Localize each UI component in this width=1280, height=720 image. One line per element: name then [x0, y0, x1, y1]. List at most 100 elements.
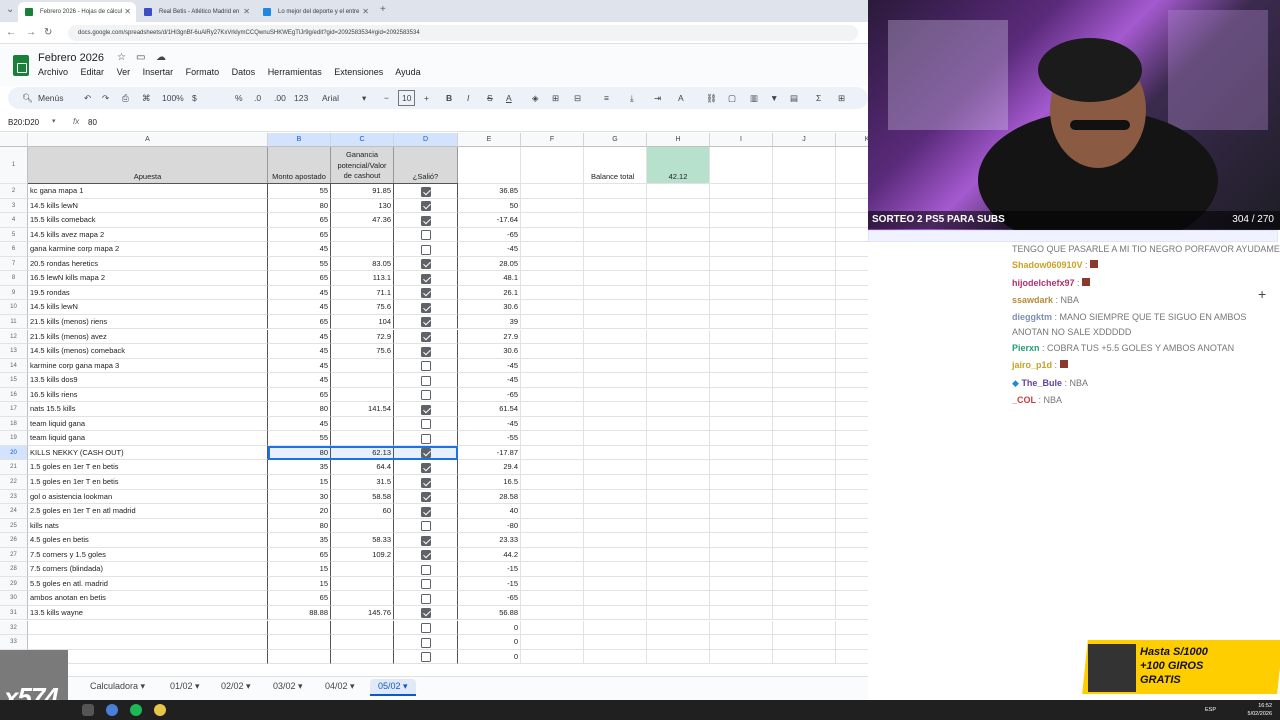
- empty-cell[interactable]: [584, 402, 647, 417]
- empty-cell[interactable]: [836, 650, 868, 665]
- close-tab-icon[interactable]: ✕: [243, 2, 250, 22]
- empty-cell[interactable]: [521, 256, 584, 272]
- star-icon[interactable]: ☆: [117, 52, 126, 63]
- empty-cell[interactable]: [710, 547, 773, 563]
- amount-cell[interactable]: 35: [268, 460, 331, 475]
- empty-cell[interactable]: [584, 344, 647, 359]
- row-header[interactable]: 23: [0, 489, 28, 505]
- empty-cell[interactable]: [773, 649, 836, 665]
- empty-cell[interactable]: [521, 591, 584, 606]
- empty-cell[interactable]: [647, 504, 710, 519]
- empty-cell[interactable]: [773, 213, 836, 228]
- empty-cell[interactable]: [710, 373, 773, 388]
- empty-cell[interactable]: [836, 591, 868, 606]
- potential-cell[interactable]: [331, 358, 394, 374]
- row-header[interactable]: 21: [0, 460, 28, 475]
- empty-cell[interactable]: [773, 475, 836, 490]
- empty-cell[interactable]: [836, 504, 868, 519]
- header-ganancia[interactable]: Ganancia potencial/Valor de cashout: [331, 147, 394, 184]
- empty-cell[interactable]: [647, 402, 710, 417]
- won-checkbox[interactable]: [421, 302, 431, 313]
- won-checkbox[interactable]: [421, 448, 431, 459]
- empty-cell[interactable]: [647, 460, 710, 475]
- empty-cell[interactable]: [647, 518, 710, 534]
- empty-cell[interactable]: [647, 184, 710, 199]
- profit-cell[interactable]: -45: [458, 358, 521, 374]
- empty-cell[interactable]: [521, 605, 584, 621]
- amount-cell[interactable]: 30: [268, 489, 331, 505]
- empty-cell[interactable]: [584, 489, 647, 505]
- empty-cell[interactable]: [710, 227, 773, 243]
- empty-cell[interactable]: [773, 271, 836, 286]
- won-checkbox[interactable]: [421, 186, 431, 197]
- bet-name-cell[interactable]: 1.5 goles en 1er T en betis: [28, 475, 268, 490]
- empty-cell[interactable]: [710, 518, 773, 534]
- potential-cell[interactable]: [331, 591, 394, 606]
- empty-cell[interactable]: [836, 402, 868, 417]
- empty-cell[interactable]: [836, 257, 868, 272]
- row-header[interactable]: 24: [0, 504, 28, 519]
- empty-cell[interactable]: [773, 300, 836, 315]
- empty-cell[interactable]: [647, 198, 710, 214]
- empty-cell[interactable]: [521, 227, 584, 243]
- link-icon[interactable]: ⛓: [706, 91, 717, 105]
- bet-name-cell[interactable]: 20.5 rondas heretics: [28, 256, 268, 272]
- bet-name-cell[interactable]: 14.5 kills (menos) comeback: [28, 344, 268, 359]
- empty-cell[interactable]: [773, 285, 836, 301]
- profit-cell[interactable]: 40: [458, 504, 521, 519]
- row-header[interactable]: 17: [0, 402, 28, 417]
- row-header[interactable]: 27: [0, 547, 28, 563]
- profit-cell[interactable]: 26.1: [458, 285, 521, 301]
- empty-cell[interactable]: [836, 621, 868, 636]
- amount-cell[interactable]: 65: [268, 314, 331, 330]
- row-header[interactable]: 32: [0, 620, 28, 636]
- bet-name-cell[interactable]: [28, 635, 268, 650]
- potential-cell[interactable]: 71.1: [331, 285, 394, 301]
- amount-cell[interactable]: 45: [268, 344, 331, 359]
- empty-cell[interactable]: [521, 300, 584, 315]
- empty-cell[interactable]: [647, 227, 710, 243]
- bet-name-cell[interactable]: gana karmine corp mapa 2: [28, 242, 268, 257]
- empty-cell[interactable]: [521, 373, 584, 388]
- strikethrough-icon[interactable]: S: [487, 91, 493, 105]
- empty-cell[interactable]: [647, 242, 710, 257]
- potential-cell[interactable]: 75.6: [331, 344, 394, 359]
- comment-icon[interactable]: ▢: [728, 91, 736, 105]
- profit-cell[interactable]: 0: [458, 635, 521, 650]
- empty-cell[interactable]: [521, 576, 584, 592]
- profit-cell[interactable]: -45: [458, 242, 521, 257]
- row-header[interactable]: 8: [0, 271, 28, 286]
- profit-cell[interactable]: 50: [458, 198, 521, 214]
- vertical-align-icon[interactable]: ⤓: [630, 91, 634, 105]
- empty-cell[interactable]: [521, 635, 584, 650]
- bet-name-cell[interactable]: team liquid gana: [28, 431, 268, 446]
- empty-cell[interactable]: [521, 402, 584, 417]
- empty-cell[interactable]: [710, 329, 773, 345]
- potential-cell[interactable]: 145.76: [331, 605, 394, 621]
- empty-cell[interactable]: [710, 256, 773, 272]
- input-tools-icon[interactable]: ⊞: [838, 91, 845, 105]
- empty-cell[interactable]: [584, 387, 647, 403]
- amount-cell[interactable]: 65: [268, 591, 331, 606]
- empty-cell[interactable]: [836, 242, 868, 257]
- text-rotation-icon[interactable]: A: [678, 91, 684, 105]
- row-header[interactable]: 11: [0, 314, 28, 330]
- menu-extensiones[interactable]: Extensiones: [334, 67, 383, 77]
- back-icon[interactable]: ←: [6, 26, 16, 40]
- row-header[interactable]: 19: [0, 431, 28, 446]
- empty-cell[interactable]: [584, 184, 647, 199]
- empty-cell[interactable]: [647, 329, 710, 345]
- empty-cell[interactable]: [773, 256, 836, 272]
- empty-cell[interactable]: [836, 519, 868, 534]
- amount-cell[interactable]: [268, 635, 331, 650]
- amount-cell[interactable]: 65: [268, 213, 331, 228]
- bet-name-cell[interactable]: 4.5 goles en betis: [28, 533, 268, 548]
- profit-cell[interactable]: -17.64: [458, 213, 521, 228]
- profit-cell[interactable]: -65: [458, 591, 521, 606]
- potential-cell[interactable]: 109.2: [331, 547, 394, 563]
- empty-cell[interactable]: [773, 504, 836, 519]
- potential-cell[interactable]: 113.1: [331, 271, 394, 286]
- search-menus-label[interactable]: Menús: [38, 91, 64, 105]
- column-header-d[interactable]: D: [394, 133, 458, 147]
- bet-name-cell[interactable]: 14.5 kills lewN: [28, 300, 268, 315]
